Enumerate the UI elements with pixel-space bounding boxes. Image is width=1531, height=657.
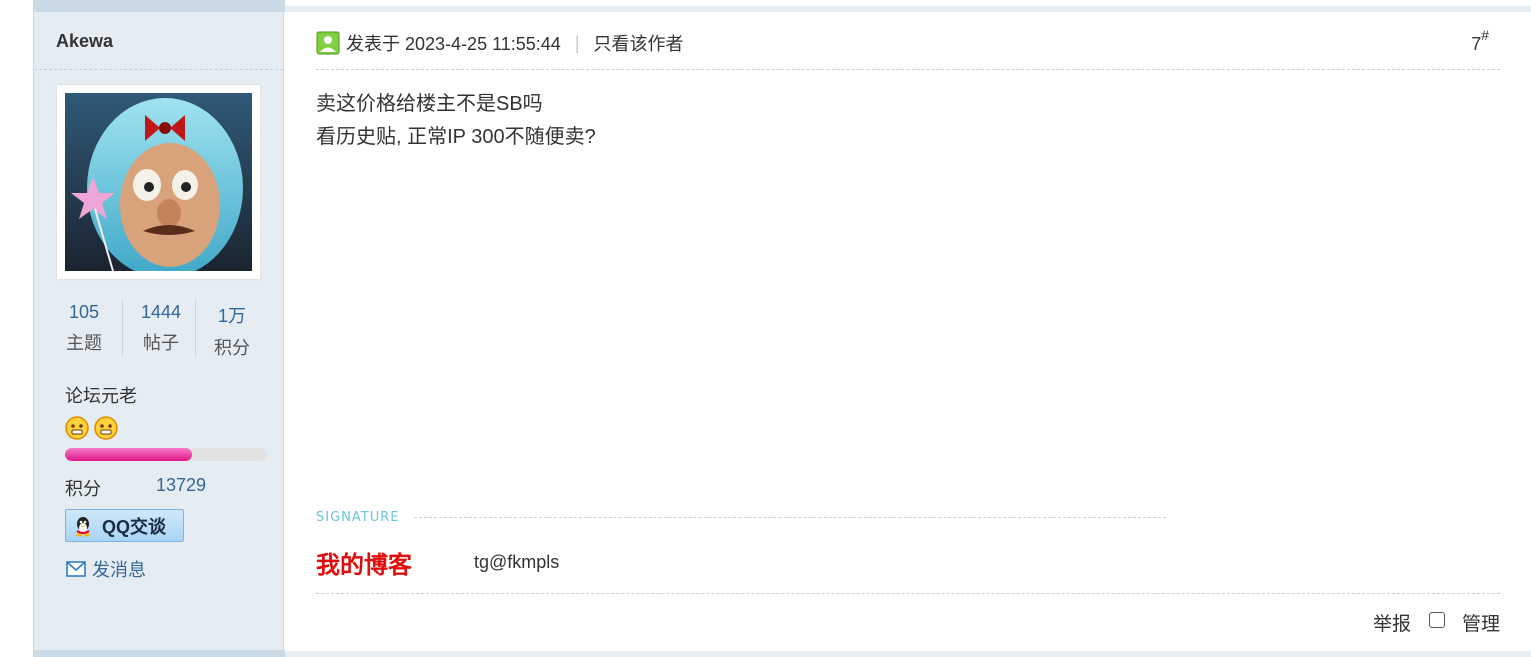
author-username[interactable]: Akewa [56,31,113,52]
post-content: 发表于 2023-4-25 11:55:44 | 只看该作者 7# 卖这价格给楼… [285,12,1531,651]
qq-chat-label: QQ交谈 [102,516,167,537]
signature-blog-link[interactable]: 我的博客 [316,545,412,580]
sidebar-divider [34,69,283,70]
post-header: 发表于 2023-4-25 11:55:44 | 只看该作者 [316,28,684,58]
smiley-icon [65,416,89,440]
page-gutter [0,0,33,657]
avatar-image[interactable] [65,93,252,271]
manage-label[interactable]: 管理 [1462,609,1500,636]
report-link[interactable]: 举报 [1373,609,1411,636]
avatar[interactable] [57,85,260,279]
stat-threads[interactable]: 105 主题 [56,300,112,356]
post-body-line: 看历史贴, 正常IP 300不随便卖? [316,126,596,148]
sidebar-top-border [33,0,285,12]
rank-progress-bar [65,448,267,461]
envelope-icon [66,561,86,577]
send-message-link[interactable]: 发消息 [66,556,146,582]
qq-chat-button[interactable]: QQ交谈 [65,509,184,542]
online-status-icon [316,31,340,55]
signature-heading: SIGNATURE [316,510,400,525]
score-value: 13729 [156,475,207,495]
author-sidebar: Akewa 105 主题 1444 帖子 1万 积分 论坛元老 积分 13729… [33,12,284,650]
stat-posts-label: 帖子 [143,333,179,353]
author-stats: 105 主题 1444 帖子 1万 积分 [56,300,266,360]
author-rank[interactable]: 论坛元老 [65,382,137,408]
qq-penguin-icon [76,516,90,536]
signature-contact: tg@fkmpls [474,552,560,572]
signature-divider [414,517,1166,518]
post-body-line: 卖这价格给楼主不是SB吗 [316,93,543,115]
smiley-icon [94,416,119,440]
post-top-border [285,0,1531,12]
stat-threads-value[interactable]: 105 [56,302,112,323]
post-date: 发表于 2023-4-25 11:55:44 [346,34,561,54]
stat-posts-value[interactable]: 1444 [128,302,194,323]
rank-icons [65,416,119,445]
score-label: 积分 [65,479,101,499]
stat-points-value[interactable]: 1万 [204,302,260,328]
send-message-label: 发消息 [92,560,146,580]
stat-points[interactable]: 1万 积分 [204,300,260,358]
stat-separator [195,300,196,356]
post-bottom-border [285,651,1531,657]
stat-separator [122,300,123,356]
header-separator: | [574,32,580,53]
manage-checkbox[interactable] [1429,612,1445,628]
stat-posts[interactable]: 1444 帖子 [128,300,194,356]
header-divider [316,69,1500,70]
floor-number[interactable]: 7# [1471,27,1489,55]
stat-points-label: 积分 [214,338,250,358]
post-body: 卖这价格给楼主不是SB吗 看历史贴, 正常IP 300不随便卖? [316,88,596,154]
sidebar-bottom-border [33,650,285,657]
rank-progress-fill [65,448,193,461]
stat-threads-label: 主题 [66,333,102,353]
view-author-only-link[interactable]: 只看该作者 [594,30,684,56]
footer-divider [316,593,1500,594]
